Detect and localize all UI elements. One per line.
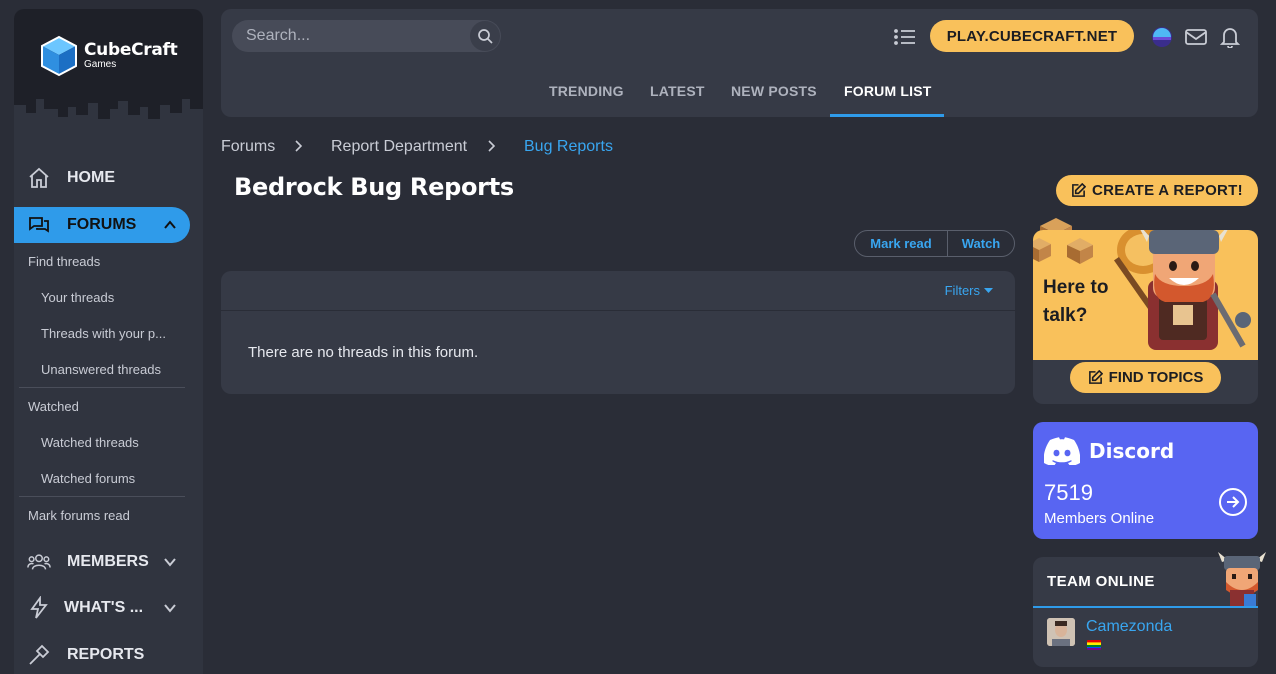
brand-name: CubeCraft xyxy=(84,40,178,60)
breadcrumb-bug-reports[interactable]: Bug Reports xyxy=(524,138,613,156)
alerts-button[interactable] xyxy=(1218,25,1242,49)
floating-cube-decoration xyxy=(1033,238,1051,262)
tab-new-posts[interactable]: NEW POSTS xyxy=(731,83,817,99)
caret-down-icon xyxy=(984,287,993,293)
sub-find-threads[interactable]: Find threads xyxy=(28,254,100,269)
chat-bubbles-icon xyxy=(27,213,51,237)
nav-whats-new[interactable]: WHAT'S ... xyxy=(14,590,190,626)
sub-watched-threads[interactable]: Watched threads xyxy=(41,435,139,450)
bolt-icon xyxy=(27,596,51,620)
divider xyxy=(19,496,185,497)
users-icon xyxy=(27,550,51,574)
create-report-label: CREATE A REPORT! xyxy=(1092,182,1243,199)
search-button[interactable] xyxy=(470,21,500,51)
search-box xyxy=(232,20,501,52)
chevron-up-icon[interactable] xyxy=(162,217,178,233)
tab-latest[interactable]: LATEST xyxy=(650,83,705,99)
nav-forums[interactable]: FORUMS xyxy=(14,207,190,243)
brand-sub: Games xyxy=(84,59,117,70)
create-report-button[interactable]: CREATE A REPORT! xyxy=(1056,175,1258,206)
thread-list-panel: Filters There are no threads in this for… xyxy=(221,271,1015,394)
chevron-right-icon xyxy=(295,140,303,152)
bell-icon xyxy=(1220,28,1240,48)
thread-list-header: Filters xyxy=(221,271,1015,311)
sub-your-threads[interactable]: Your threads xyxy=(41,290,114,305)
floating-cube-decoration xyxy=(1067,238,1093,264)
filters-dropdown[interactable]: Filters xyxy=(945,283,993,298)
find-topics-label: FIND TOPICS xyxy=(1108,369,1204,386)
active-tab-indicator xyxy=(830,114,944,117)
sub-watched[interactable]: Watched xyxy=(28,399,79,414)
sub-threads-with-posts[interactable]: Threads with your p... xyxy=(41,326,166,341)
mark-read-button[interactable]: Mark read xyxy=(855,231,948,256)
nav-whats-new-label: WHAT'S ... xyxy=(64,599,144,616)
team-online-divider xyxy=(1033,606,1258,608)
viking-mascot-small-illustration xyxy=(1218,552,1266,606)
list-icon xyxy=(894,29,915,45)
avatar-icon xyxy=(1152,27,1172,47)
hammer-icon xyxy=(27,643,51,667)
inbox-button[interactable] xyxy=(1184,25,1208,49)
watch-button[interactable]: Watch xyxy=(948,231,1014,256)
tab-forum-list[interactable]: FORUM LIST xyxy=(844,83,932,99)
person-photo-icon xyxy=(1047,618,1075,646)
skyline-decoration xyxy=(14,99,203,129)
sub-mark-read[interactable]: Mark forums read xyxy=(28,508,130,523)
find-topics-button[interactable]: FIND TOPICS xyxy=(1070,362,1221,393)
play-server-button[interactable]: PLAY.CUBECRAFT.NET xyxy=(930,20,1134,52)
search-input[interactable] xyxy=(246,20,466,52)
filters-label: Filters xyxy=(944,283,980,298)
discord-icon xyxy=(1044,437,1080,465)
page-title: Bedrock Bug Reports xyxy=(234,173,514,201)
nav-members[interactable]: MEMBERS xyxy=(14,544,190,580)
team-member-name[interactable]: Camezonda xyxy=(1086,618,1172,636)
nav-reports-label: REPORTS xyxy=(67,646,145,663)
find-topics-card: Here to talk? FIND TOPICS xyxy=(1033,230,1258,404)
breadcrumb-forums[interactable]: Forums xyxy=(221,138,275,156)
edit-icon xyxy=(1072,183,1087,197)
breadcrumb-report-department[interactable]: Report Department xyxy=(331,138,467,156)
nav-home-label: HOME xyxy=(67,169,115,186)
tab-bar: TRENDING LATEST NEW POSTS FORUM LIST xyxy=(221,71,1258,117)
sub-watched-forums[interactable]: Watched forums xyxy=(41,471,135,486)
list-menu-button[interactable] xyxy=(893,25,917,49)
viking-mascot-illustration xyxy=(1114,230,1251,350)
sub-unanswered[interactable]: Unanswered threads xyxy=(41,362,161,377)
discord-name: Discord xyxy=(1089,439,1175,463)
nav-forums-label: FORUMS xyxy=(67,216,137,233)
chevron-down-icon[interactable] xyxy=(162,600,178,616)
team-online-title: TEAM ONLINE xyxy=(1047,573,1155,590)
nav-home[interactable]: HOME xyxy=(14,160,190,196)
empty-message: There are no threads in this forum. xyxy=(248,344,479,361)
edit-icon xyxy=(1088,370,1103,384)
top-header: PLAY.CUBECRAFT.NET TRENDING LATEST NEW P… xyxy=(221,9,1258,117)
user-avatar[interactable] xyxy=(1150,25,1174,49)
discord-members-label: Members Online xyxy=(1044,510,1155,527)
tab-trending[interactable]: TRENDING xyxy=(549,83,624,99)
forum-actions: Mark read Watch xyxy=(854,230,1015,257)
arrow-right-icon xyxy=(1227,496,1240,508)
discord-widget[interactable]: Discord 7519 Members Online xyxy=(1033,422,1258,539)
chevron-right-icon xyxy=(488,140,496,152)
sidebar-header: CubeCraft Games xyxy=(14,9,203,129)
talk-text: Here to talk? xyxy=(1043,277,1109,326)
sidebar: CubeCraft Games HOME FORUMS Find threads… xyxy=(14,9,203,674)
nav-reports[interactable]: REPORTS xyxy=(14,637,190,673)
chevron-down-icon[interactable] xyxy=(162,554,178,570)
nav-members-label: MEMBERS xyxy=(67,553,149,570)
discord-join-button[interactable] xyxy=(1219,488,1247,516)
pride-flag-icon xyxy=(1087,640,1101,650)
avatar[interactable] xyxy=(1047,618,1075,646)
search-icon xyxy=(478,29,493,44)
discord-member-count: 7519 xyxy=(1044,480,1093,505)
cubecraft-logo-icon xyxy=(41,35,77,77)
logo[interactable]: CubeCraft Games xyxy=(40,35,178,77)
home-icon xyxy=(27,166,51,190)
divider xyxy=(19,387,185,388)
envelope-icon xyxy=(1185,29,1207,45)
